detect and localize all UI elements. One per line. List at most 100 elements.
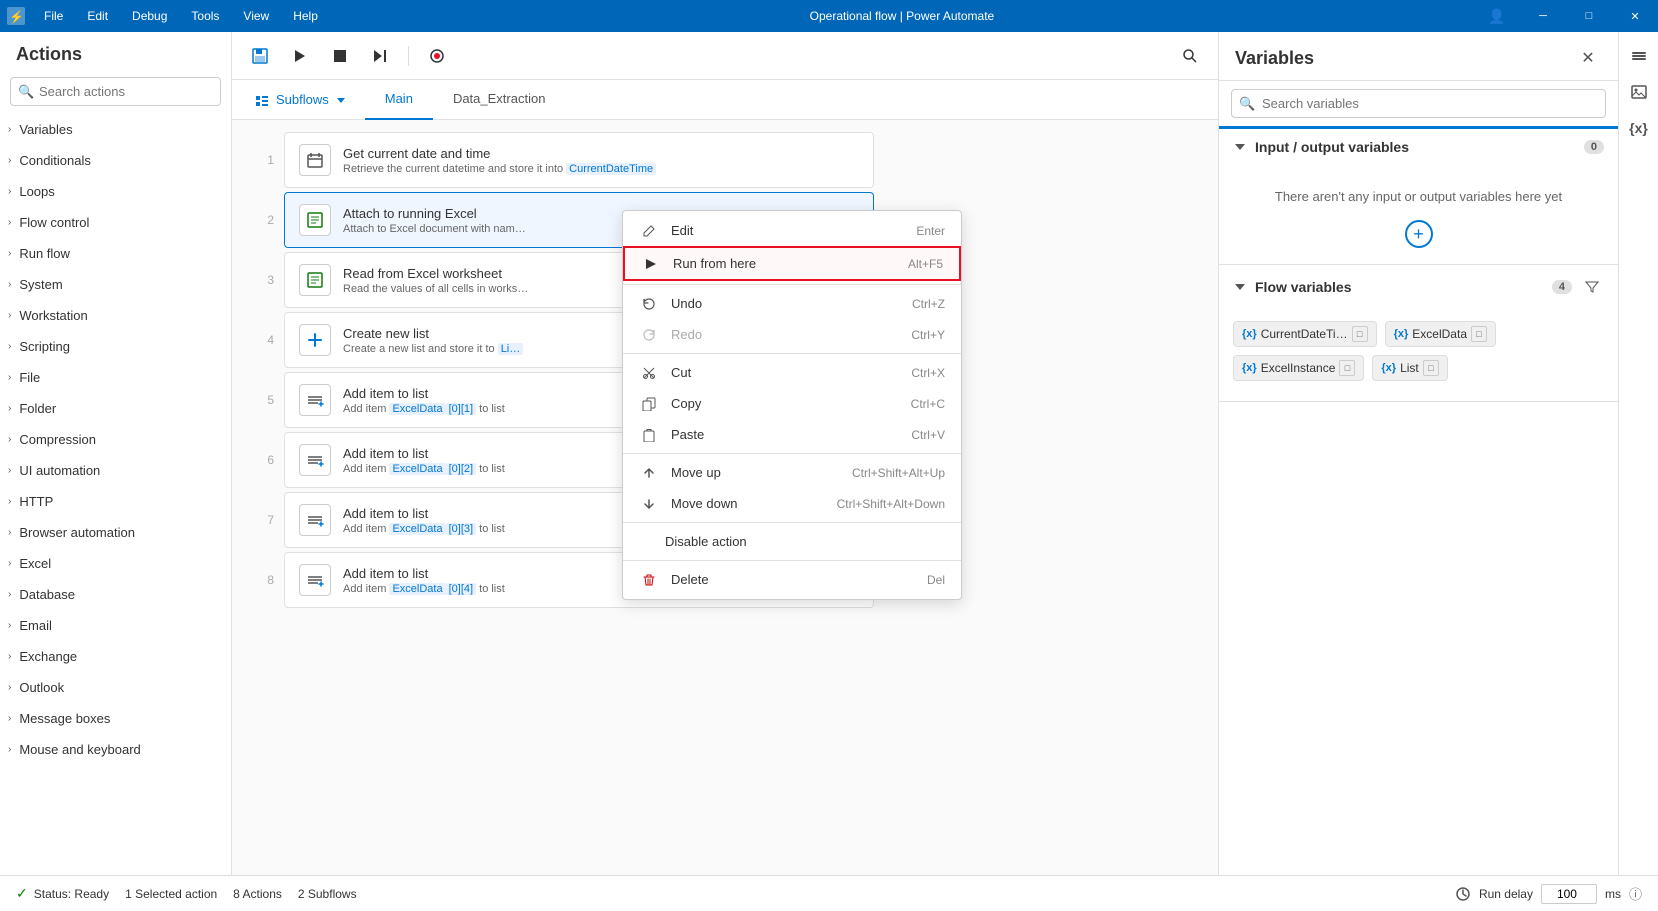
menu-item-shortcut: Ctrl+V [911, 428, 945, 442]
variable-chip-excelinstance[interactable]: {x} ExcelInstance □ [1233, 355, 1364, 381]
category-excel[interactable]: › Excel [0, 548, 231, 579]
info-icon[interactable]: ⓘ [1629, 884, 1642, 903]
step-button[interactable] [364, 40, 396, 72]
minimize-button[interactable]: ─ [1520, 0, 1566, 32]
subflows-label: Subflows [276, 92, 329, 107]
profile-icon[interactable]: 👤 [1474, 0, 1520, 32]
subflows-button[interactable]: Subflows [244, 86, 357, 114]
context-menu-item-paste[interactable]: Paste Ctrl+V [623, 419, 961, 450]
category-database[interactable]: › Database [0, 579, 231, 610]
menu-file[interactable]: File [32, 0, 75, 32]
search-actions-input[interactable] [10, 77, 221, 106]
image-button[interactable] [1623, 76, 1655, 108]
category-mouse-keyboard[interactable]: › Mouse and keyboard [0, 734, 231, 765]
tab-main[interactable]: Main [365, 80, 433, 120]
context-menu-item-disable[interactable]: Disable action [623, 526, 961, 557]
menu-item-label: Disable action [665, 534, 945, 549]
category-folder[interactable]: › Folder [0, 393, 231, 424]
stop-button[interactable] [324, 40, 356, 72]
variable-chip-exceldata[interactable]: {x} ExcelData □ [1385, 321, 1496, 347]
save-button[interactable] [244, 40, 276, 72]
var-name: CurrentDateTi… [1261, 327, 1348, 341]
menu-view[interactable]: View [231, 0, 281, 32]
category-http[interactable]: › HTTP [0, 486, 231, 517]
variable-chip-currentdatetime[interactable]: {x} CurrentDateTi… □ [1233, 321, 1377, 347]
menu-item-shortcut: Ctrl+C [911, 397, 945, 411]
context-menu-item-run-from-here[interactable]: Run from hereAlt+F5 [623, 246, 961, 281]
menu-bar: File Edit Debug Tools View Help [32, 0, 330, 32]
run-delay-group: Run delay ms ⓘ [1455, 884, 1642, 904]
menu-debug[interactable]: Debug [120, 0, 179, 32]
category-variables[interactable]: › Variables [0, 114, 231, 145]
context-menu-item-copy[interactable]: Copy Ctrl+C [623, 388, 961, 419]
toolbar-search-button[interactable] [1174, 40, 1206, 72]
context-menu-item-delete[interactable]: DeleteDel [623, 564, 961, 595]
category-ui-automation[interactable]: › UI automation [0, 455, 231, 486]
filter-button[interactable] [1580, 275, 1604, 299]
right-icon-panel: {x} [1618, 32, 1658, 911]
search-icon: 🔍 [18, 84, 34, 100]
category-browser-automation[interactable]: › Browser automation [0, 517, 231, 548]
layers-button[interactable] [1623, 40, 1655, 72]
maximize-button[interactable]: □ [1566, 0, 1612, 32]
variables-heading: Variables [1235, 48, 1574, 69]
close-button[interactable]: ✕ [1612, 0, 1658, 32]
search-variables-input[interactable] [1231, 89, 1606, 118]
chevron-right-icon: › [8, 217, 11, 228]
chevron-right-icon: › [8, 186, 11, 197]
category-exchange[interactable]: › Exchange [0, 641, 231, 672]
menu-item-label: Paste [671, 427, 899, 442]
context-menu-item-move-down[interactable]: Move downCtrl+Shift+Alt+Down [623, 488, 961, 519]
context-menu-item-edit[interactable]: EditEnter [623, 215, 961, 246]
menu-tools[interactable]: Tools [179, 0, 231, 32]
menu-item-label: Cut [671, 365, 899, 380]
category-loops[interactable]: › Loops [0, 176, 231, 207]
input-output-section-header[interactable]: Input / output variables 0 [1219, 129, 1618, 165]
menu-item-shortcut: Ctrl+Shift+Alt+Up [852, 466, 945, 480]
add-variable-button[interactable]: + [1405, 220, 1433, 248]
variables-icon-button[interactable]: {x} [1623, 112, 1655, 144]
category-message-boxes[interactable]: › Message boxes [0, 703, 231, 734]
expand-icon: □ [1352, 326, 1368, 342]
category-compression[interactable]: › Compression [0, 424, 231, 455]
step-description: Retrieve the current datetime and store … [343, 163, 723, 175]
variables-close-button[interactable]: ✕ [1574, 44, 1602, 72]
edit-icon [639, 224, 659, 238]
category-scripting[interactable]: › Scripting [0, 331, 231, 362]
menu-item-label: Run from here [673, 256, 896, 271]
context-menu-item-undo[interactable]: UndoCtrl+Z [623, 288, 961, 319]
category-file[interactable]: › File [0, 362, 231, 393]
category-label: System [19, 277, 62, 292]
category-conditionals[interactable]: › Conditionals [0, 145, 231, 176]
category-workstation[interactable]: › Workstation [0, 300, 231, 331]
menu-item-label: Copy [671, 396, 899, 411]
category-system[interactable]: › System [0, 269, 231, 300]
category-outlook[interactable]: › Outlook [0, 672, 231, 703]
menu-item-label: Edit [671, 223, 904, 238]
menu-help[interactable]: Help [281, 0, 330, 32]
category-flow-control[interactable]: › Flow control [0, 207, 231, 238]
chevron-right-icon: › [8, 620, 11, 631]
category-email[interactable]: › Email [0, 610, 231, 641]
tab-data-extraction[interactable]: Data_Extraction [433, 80, 566, 120]
step-content: Get current date and timeRetrieve the cu… [343, 146, 859, 175]
menu-edit[interactable]: Edit [75, 0, 120, 32]
flow-variables-section-header[interactable]: Flow variables 4 [1219, 265, 1618, 309]
category-label: Message boxes [19, 711, 110, 726]
window-title: Operational flow | Power Automate [330, 9, 1474, 23]
run-button[interactable] [284, 40, 316, 72]
context-menu-item-move-up[interactable]: Move upCtrl+Shift+Alt+Up [623, 457, 961, 488]
record-button[interactable] [421, 40, 453, 72]
index-badge: [0][2] [446, 463, 476, 475]
menu-separator [623, 353, 961, 354]
category-run-flow[interactable]: › Run flow [0, 238, 231, 269]
variable-chip-list[interactable]: {x} List □ [1372, 355, 1447, 381]
index-badge: [0][3] [446, 523, 476, 535]
step-card-0[interactable]: Get current date and timeRetrieve the cu… [284, 132, 874, 188]
category-label: Mouse and keyboard [19, 742, 140, 757]
index-badge: [0][4] [446, 583, 476, 595]
run-delay-input[interactable] [1541, 884, 1597, 904]
actions-count: 8 Actions [233, 887, 282, 901]
category-label: Database [19, 587, 75, 602]
context-menu-item-cut[interactable]: CutCtrl+X [623, 357, 961, 388]
